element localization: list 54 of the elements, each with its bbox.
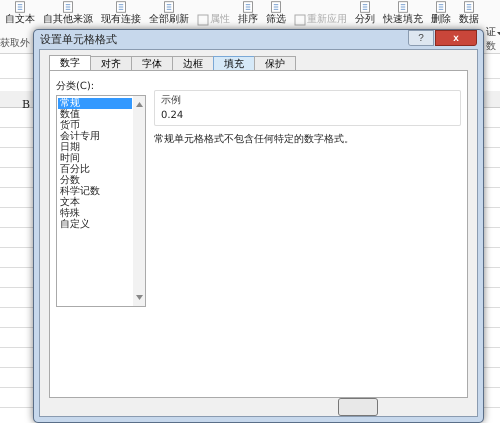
list-item[interactable]: 时间 bbox=[58, 153, 132, 164]
dialog-button[interactable] bbox=[338, 398, 378, 416]
list-item[interactable]: 文本 bbox=[58, 197, 132, 208]
ribbon-button[interactable]: 快速填充 bbox=[383, 14, 423, 26]
ribbon-icon[interactable] bbox=[462, 1, 476, 13]
list-item[interactable]: 货币 bbox=[58, 120, 132, 131]
ribbon-icon[interactable] bbox=[434, 1, 448, 13]
ribbon-button[interactable]: 排序 bbox=[238, 14, 258, 26]
column-header: B bbox=[22, 98, 30, 111]
scroll-down-icon[interactable] bbox=[136, 295, 142, 300]
list-item[interactable]: 科学记数 bbox=[58, 186, 132, 197]
ribbon-icon[interactable] bbox=[114, 1, 128, 13]
ribbon-button[interactable]: 筛选 bbox=[266, 14, 286, 26]
ribbon-icon[interactable] bbox=[269, 1, 283, 13]
list-item[interactable]: 百分比 bbox=[58, 164, 132, 175]
category-label: 分类(C): bbox=[56, 80, 96, 93]
tab[interactable]: 边框 bbox=[172, 56, 214, 70]
group-label: 获取外 bbox=[0, 38, 30, 50]
close-button[interactable]: x bbox=[435, 30, 477, 46]
ribbon-button[interactable]: 自文本 bbox=[5, 14, 35, 26]
description-text: 常规单元格格式不包含任何特定的数字格式。 bbox=[154, 132, 355, 146]
ribbon-icon[interactable] bbox=[241, 1, 255, 13]
scrollbar[interactable] bbox=[133, 96, 145, 306]
ribbon-button[interactable]: 自其他来源 bbox=[43, 14, 93, 26]
ribbon-icon[interactable] bbox=[13, 1, 27, 13]
dropdown-label[interactable]: 证 bbox=[486, 27, 496, 39]
tab[interactable]: 对齐 bbox=[90, 56, 132, 70]
ribbon-button[interactable]: 现有连接 bbox=[101, 14, 141, 26]
ribbon-icon[interactable] bbox=[396, 1, 410, 13]
category-list[interactable]: 常规 数值 货币 会计专用 日期 时间 百分比 分数 科学记数 文本 特殊 自定义 bbox=[56, 95, 146, 307]
ribbon-button[interactable]: 全部刷新 bbox=[149, 14, 189, 26]
tab[interactable]: 保护 bbox=[254, 56, 296, 70]
list-item[interactable]: 数值 bbox=[58, 109, 132, 120]
list-item[interactable]: 日期 bbox=[58, 142, 132, 153]
sample-value: 0.24 bbox=[161, 110, 184, 121]
tab[interactable]: 字体 bbox=[131, 56, 173, 70]
ribbon-button[interactable]: 分列 bbox=[355, 14, 375, 26]
ribbon-icon[interactable] bbox=[294, 14, 306, 26]
ribbon-icon[interactable] bbox=[162, 1, 176, 13]
list-item[interactable]: 分数 bbox=[58, 175, 132, 186]
ribbon-icon[interactable] bbox=[61, 1, 75, 13]
tab[interactable]: 填充 bbox=[213, 56, 255, 70]
list-item[interactable]: 会计专用 bbox=[58, 131, 132, 142]
list-item[interactable]: 自定义 bbox=[58, 219, 132, 230]
ribbon-button[interactable]: 删除 bbox=[431, 14, 451, 26]
ribbon-icon[interactable] bbox=[358, 1, 372, 13]
list-item[interactable]: 特殊 bbox=[58, 208, 132, 219]
group-legend: 示例 bbox=[161, 93, 454, 107]
tab[interactable]: 数字 bbox=[49, 55, 91, 70]
ribbon-button[interactable]: 数据 bbox=[459, 14, 479, 26]
help-button[interactable]: ? bbox=[408, 30, 434, 46]
ribbon-icon[interactable] bbox=[197, 14, 209, 26]
group-label: 数 bbox=[486, 41, 496, 53]
window-title: 设置单元格格式 bbox=[40, 32, 117, 47]
